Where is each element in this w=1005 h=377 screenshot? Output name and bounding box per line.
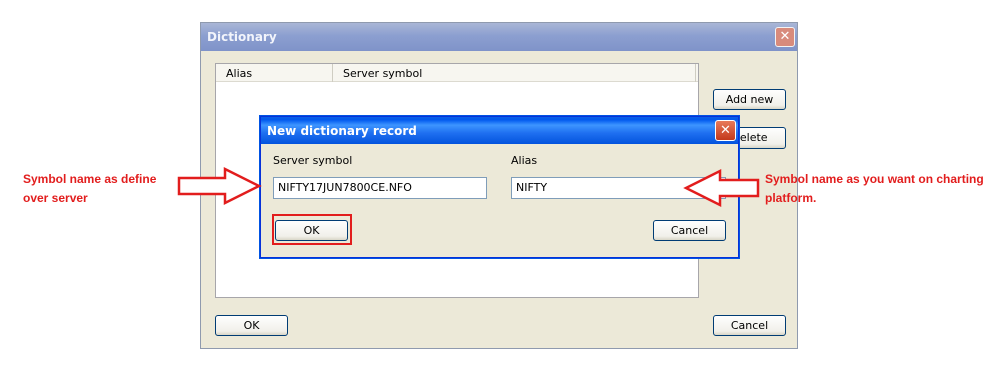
right-arrow-icon [177, 166, 262, 206]
right-annotation-line1: Symbol name as you want on charting [765, 172, 984, 186]
right-annotation-line2: platform. [765, 191, 817, 205]
dictionary-close-icon[interactable]: ✕ [775, 27, 795, 47]
column-header-server-symbol[interactable]: Server symbol [333, 64, 696, 82]
left-annotation: Symbol name as define over server [23, 170, 156, 208]
dictionary-cancel-button[interactable]: Cancel [713, 315, 786, 336]
server-symbol-input[interactable]: NIFTY17JUN7800CE.NFO [273, 177, 487, 199]
dictionary-ok-button[interactable]: OK [215, 315, 288, 336]
add-new-button[interactable]: Add new [713, 89, 786, 110]
dictionary-title: Dictionary [201, 23, 797, 51]
alias-label: Alias [511, 154, 538, 167]
dialog-title: New dictionary record [261, 117, 738, 144]
dialog-cancel-button[interactable]: Cancel [653, 220, 726, 241]
right-annotation: Symbol name as you want on charting plat… [765, 170, 1005, 208]
list-header: Alias Server symbol [216, 64, 698, 82]
dialog-close-icon[interactable]: ✕ [715, 120, 736, 141]
ok-highlight-box [272, 214, 352, 245]
left-annotation-line2: over server [23, 191, 88, 205]
left-arrow-icon [683, 168, 760, 208]
server-symbol-label: Server symbol [273, 154, 353, 167]
column-header-alias[interactable]: Alias [216, 64, 333, 82]
left-annotation-line1: Symbol name as define [23, 172, 157, 186]
